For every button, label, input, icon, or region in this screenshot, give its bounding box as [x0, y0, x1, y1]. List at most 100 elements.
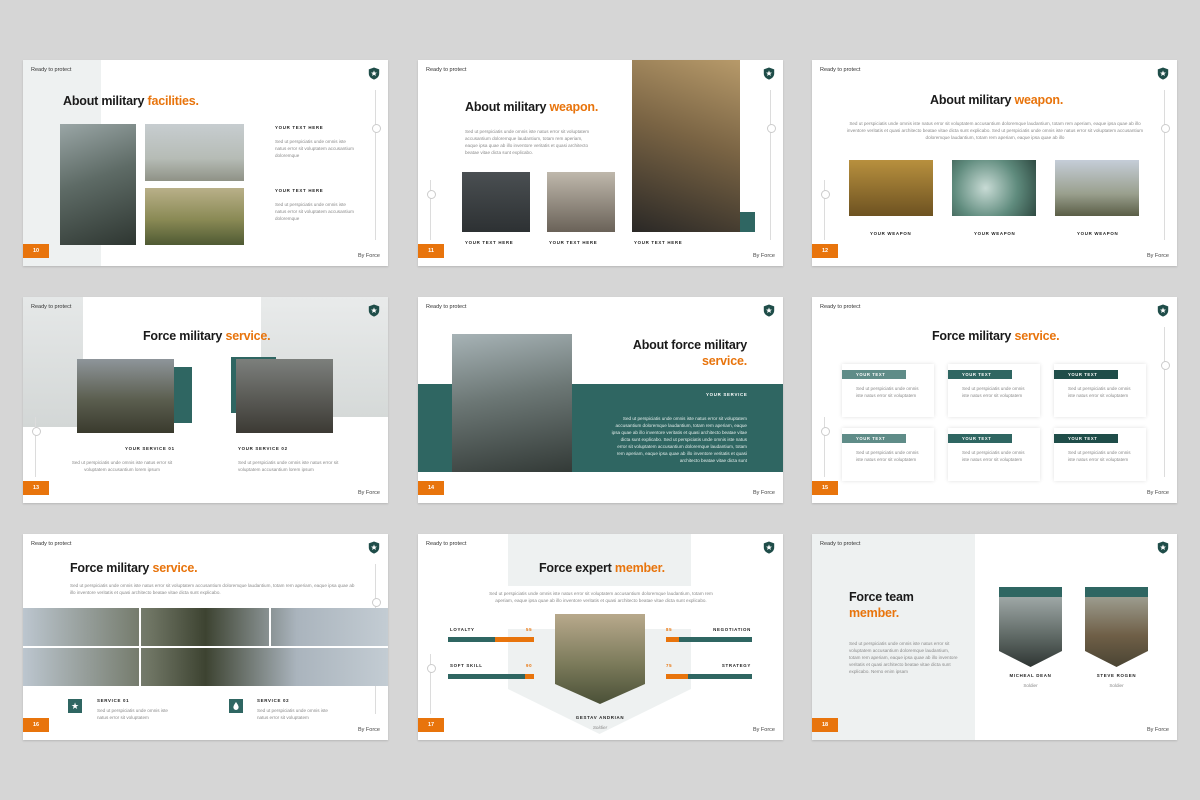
side-decoration — [1161, 327, 1170, 477]
slide-body: Sed ut perspiciatis unde omnis iste natu… — [846, 121, 1144, 140]
side-decoration — [821, 417, 830, 477]
soldier-photo — [452, 334, 572, 472]
ready-label: Ready to protect — [31, 67, 72, 73]
tanks-photo — [145, 188, 244, 245]
accent-block — [999, 587, 1062, 597]
by-force-label: By Force — [752, 253, 775, 259]
slide-title: About military weapon. — [930, 93, 1064, 107]
page-number: 14 — [418, 481, 444, 495]
by-force-label: By Force — [1146, 490, 1169, 496]
by-force-label: By Force — [357, 490, 380, 496]
slide-12[interactable]: Ready to protect About military weapon. … — [812, 60, 1177, 266]
card-tag: YOUR TEXT — [1054, 434, 1118, 443]
side-decoration — [427, 654, 436, 714]
page-number: 17 — [418, 718, 444, 732]
skill-bar-fill — [495, 637, 534, 642]
slide-16[interactable]: Ready to protect Force military service.… — [23, 534, 388, 740]
slide-title: About military weapon. — [465, 100, 599, 114]
weapon-photo — [632, 60, 740, 232]
slide-title: Force military service. — [143, 329, 271, 343]
slide-17[interactable]: Ready to protect Force expert member. Se… — [418, 534, 783, 740]
member-name: GESTAV ANDRIAN — [575, 715, 625, 720]
item-label: YOUR WEAPON — [870, 231, 912, 236]
shield-star-icon — [368, 67, 380, 80]
ready-label: Ready to protect — [426, 304, 467, 310]
shield-star-icon — [368, 304, 380, 317]
soldier-photo — [60, 124, 136, 245]
photo-divider — [139, 646, 141, 686]
member-role: Soldier — [1023, 683, 1038, 688]
item-label: YOUR TEXT HERE — [275, 125, 324, 130]
slide-body: Sed ut perspiciatis unde omnis iste natu… — [70, 583, 355, 595]
shield-star-icon — [763, 304, 775, 317]
card-tag: YOUR TEXT — [842, 434, 906, 443]
member-name: MICHEAL DEAN — [1009, 673, 1052, 678]
item-label: YOUR SERVICE 02 — [238, 446, 288, 451]
slide-body: Sed ut perspiciatis unde omnis iste natu… — [849, 641, 958, 674]
slide-title: Force military service. — [932, 329, 1060, 343]
skill-name: SOFT SKILL — [450, 663, 483, 668]
item-label: YOUR SERVICE 01 — [125, 446, 175, 451]
shield-star-icon — [763, 67, 775, 80]
skill-bar-fill — [525, 674, 534, 679]
page-number: 13 — [23, 481, 49, 495]
item-text: Sed ut perspiciatis unde omnis iste natu… — [275, 202, 354, 221]
slide-title: Force military service. — [70, 561, 198, 575]
star-icon: ★ — [68, 699, 82, 713]
slide-body: Sed ut perspiciatis unde omnis iste natu… — [465, 129, 590, 155]
side-decoration — [427, 180, 436, 240]
by-force-label: By Force — [752, 727, 775, 733]
slide-title: About force military service. — [632, 338, 747, 368]
weapon-photo — [849, 160, 933, 216]
card-tag: YOUR TEXT — [1054, 370, 1118, 379]
skill-bar — [448, 674, 534, 679]
member-role: Soldier — [1109, 683, 1124, 688]
item-text: Sed ut perspiciatis unde omnis iste natu… — [275, 139, 354, 158]
side-decoration — [1161, 90, 1170, 240]
member-role: Soldier — [592, 725, 608, 730]
page-number: 11 — [418, 244, 444, 258]
item-label: YOUR WEAPON — [974, 231, 1016, 236]
item-text: Sed ut perspiciatis unde omnis iste natu… — [71, 460, 173, 472]
smoke-photo — [952, 160, 1036, 216]
item-text: Sed ut perspiciatis unde omnis iste natu… — [257, 708, 328, 720]
card-text: Sed ut perspiciatis unde omnis iste natu… — [1068, 386, 1131, 398]
service-text: Sed ut perspiciatis unde omnis iste natu… — [611, 416, 747, 463]
service-photo — [77, 359, 174, 433]
ready-label: Ready to protect — [31, 541, 72, 547]
item-label: YOUR TEXT HERE — [549, 240, 598, 245]
service-photo — [236, 359, 333, 433]
skill-bar — [448, 637, 534, 642]
sniper-photo — [1055, 160, 1139, 216]
card-text: Sed ut perspiciatis unde omnis iste natu… — [962, 386, 1025, 398]
shield-star-icon — [1157, 304, 1169, 317]
shield-star-icon — [1157, 541, 1169, 554]
slide-15[interactable]: Ready to protect Force military service.… — [812, 297, 1177, 503]
card-tag: YOUR TEXT — [948, 434, 1012, 443]
ready-label: Ready to protect — [820, 541, 861, 547]
slide-10[interactable]: Ready to protect About military faciliti… — [23, 60, 388, 266]
slide-grid: Ready to protect About military faciliti… — [0, 0, 1200, 800]
ready-label: Ready to protect — [820, 304, 861, 310]
slide-13[interactable]: Ready to protect Force military service.… — [23, 297, 388, 503]
skill-bar-fill — [666, 637, 679, 642]
card-text: Sed ut perspiciatis unde omnis iste natu… — [856, 450, 919, 462]
ready-label: Ready to protect — [426, 541, 467, 547]
slide-14[interactable]: Ready to protect About force military ser… — [418, 297, 783, 503]
skill-percent: 85 — [666, 627, 673, 632]
page-number: 12 — [812, 244, 838, 258]
member-name: STEVE ROGEN — [1096, 673, 1137, 678]
member-photo — [999, 597, 1062, 667]
side-decoration — [32, 417, 41, 477]
ready-label: Ready to protect — [820, 67, 861, 73]
card-text: Sed ut perspiciatis unde omnis iste natu… — [962, 450, 1025, 462]
slide-11[interactable]: Ready to protect About military weapon. … — [418, 60, 783, 266]
ready-label: Ready to protect — [426, 67, 467, 73]
item-text: Sed ut perspiciatis unde omnis iste natu… — [238, 460, 339, 472]
slide-title: About military facilities. — [63, 94, 199, 108]
slide-18[interactable]: Ready to protect Force team member. Sed u… — [812, 534, 1177, 740]
card-tag: YOUR TEXT — [948, 370, 1012, 379]
card-tag: YOUR TEXT — [842, 370, 906, 379]
skill-name: NEGOTIATION — [713, 627, 751, 632]
skill-bar — [666, 637, 752, 642]
